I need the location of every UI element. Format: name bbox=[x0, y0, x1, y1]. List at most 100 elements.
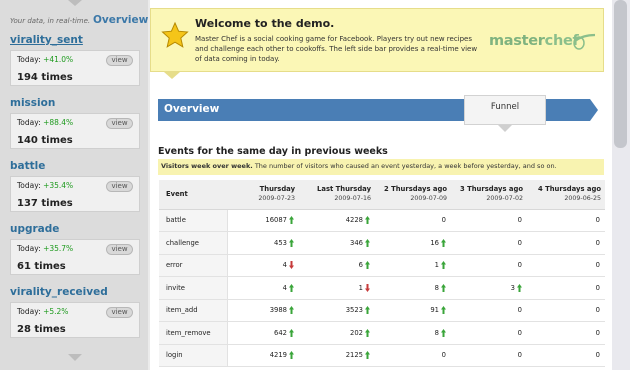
cell-value: 0 bbox=[595, 351, 600, 360]
funnel-label: Funnel bbox=[490, 102, 520, 112]
cell-value: 8 bbox=[434, 328, 439, 337]
masterchef-logo: masterchef bbox=[489, 31, 597, 55]
arrow-right-icon bbox=[590, 99, 598, 121]
cell-value: 4228 bbox=[345, 216, 363, 225]
table-cell: 0 bbox=[527, 231, 605, 255]
column-header-event: Event bbox=[159, 180, 227, 210]
table-cell: 16087 bbox=[227, 209, 299, 232]
table-row: item_add 3988 3523 91 0 0 bbox=[159, 299, 605, 322]
cell-value: 16087 bbox=[265, 216, 287, 225]
metric-name[interactable]: battle bbox=[10, 158, 140, 174]
metric-today: Today: +41.0% bbox=[17, 55, 73, 64]
notice-bar: Visitors week over week. The number of v… bbox=[158, 159, 604, 175]
view-button[interactable]: view bbox=[106, 118, 133, 129]
arrow-down-icon bbox=[289, 261, 294, 270]
metric-today: Today: +35.7% bbox=[17, 244, 73, 253]
caret-down-icon bbox=[164, 72, 180, 79]
column-label: Thursday bbox=[259, 185, 295, 194]
table-cell: 91 bbox=[375, 299, 451, 322]
event-name: invite bbox=[159, 276, 228, 300]
table-cell: 202 bbox=[299, 321, 375, 345]
cell-value: 4 bbox=[282, 283, 287, 292]
logo-text-master: master bbox=[489, 33, 545, 49]
today-label: Today: bbox=[17, 181, 41, 190]
column-date: 2009-06-25 bbox=[564, 195, 601, 203]
table-row: item_remove 642 202 8 0 0 bbox=[159, 321, 605, 345]
metric-count: 61 times bbox=[17, 261, 66, 272]
table-row: challenge 453 346 16 0 0 bbox=[159, 231, 605, 255]
notice-body: The number of visitors who caused an eve… bbox=[252, 162, 557, 170]
cell-value: 0 bbox=[517, 216, 522, 225]
table-cell: 0 bbox=[527, 209, 605, 232]
table-cell: 4228 bbox=[299, 209, 375, 232]
metric-today: Today: +5.2% bbox=[17, 307, 68, 316]
logo-text: masterchef bbox=[489, 33, 579, 49]
cell-value: 0 bbox=[595, 216, 600, 225]
view-button[interactable]: view bbox=[106, 181, 133, 192]
welcome-text: Master Chef is a social cooking game for… bbox=[195, 35, 478, 63]
metric-card: Today: +35.7% 61 times view bbox=[10, 239, 140, 275]
whisk-icon bbox=[573, 33, 596, 50]
sidebar-header: Your data, in real-time. Overview bbox=[0, 14, 148, 30]
overview-label: Overview bbox=[164, 103, 220, 115]
sidebar: Your data, in real-time. Overview virali… bbox=[0, 0, 148, 370]
metric-count: 28 times bbox=[17, 324, 66, 335]
notice-text: Visitors week over week. The number of v… bbox=[161, 162, 557, 170]
cell-value: 0 bbox=[517, 306, 522, 315]
column-header: Last Thursday 2009-07-16 bbox=[299, 180, 375, 210]
arrow-up-icon bbox=[289, 328, 294, 337]
cell-value: 642 bbox=[274, 328, 287, 337]
section-title: Events for the same day in previous week… bbox=[158, 146, 388, 157]
arrow-up-icon bbox=[289, 283, 294, 292]
view-button[interactable]: view bbox=[106, 307, 133, 318]
table-cell: 0 bbox=[527, 254, 605, 277]
cell-value: 202 bbox=[350, 328, 363, 337]
metric-upgrade: upgrade Today: +35.7% 61 times view bbox=[10, 221, 140, 275]
view-button[interactable]: view bbox=[106, 55, 133, 66]
scrollbar-thumb[interactable] bbox=[614, 0, 627, 148]
column-header: 4 Thursdays ago 2009-06-25 bbox=[527, 180, 605, 210]
arrow-up-icon bbox=[289, 351, 294, 360]
cell-value: 0 bbox=[517, 351, 522, 360]
event-name: challenge bbox=[159, 231, 228, 255]
metric-name[interactable]: upgrade bbox=[10, 221, 140, 237]
cell-value: 0 bbox=[595, 306, 600, 315]
table-cell: 1 bbox=[375, 254, 451, 277]
event-name: item_remove bbox=[159, 321, 228, 345]
column-label: 4 Thursdays ago bbox=[537, 185, 601, 194]
table-cell: 0 bbox=[527, 321, 605, 345]
cell-value: 3988 bbox=[269, 306, 287, 315]
table-cell: 0 bbox=[451, 344, 527, 367]
arrow-up-icon bbox=[365, 238, 370, 247]
table-cell: 4 bbox=[227, 254, 299, 277]
table-cell: 0 bbox=[527, 344, 605, 367]
metric-name[interactable]: virality_received bbox=[10, 284, 140, 300]
cell-value: 1 bbox=[358, 283, 363, 292]
metric-name[interactable]: virality_sent bbox=[10, 32, 140, 48]
event-name: battle bbox=[159, 209, 228, 232]
table-cell: 0 bbox=[451, 209, 527, 232]
view-button[interactable]: view bbox=[106, 244, 133, 255]
cell-value: 0 bbox=[595, 283, 600, 292]
table-cell: 3988 bbox=[227, 299, 299, 322]
cell-value: 346 bbox=[350, 238, 363, 247]
table-header-row: Event Thursday 2009-07-23 Last Thursday 20… bbox=[159, 180, 605, 210]
table-cell: 1 bbox=[299, 276, 375, 300]
cell-value: 91 bbox=[430, 306, 439, 315]
table-cell: 4219 bbox=[227, 344, 299, 367]
cell-value: 1 bbox=[434, 261, 439, 270]
funnel-tab[interactable]: Funnel bbox=[464, 95, 546, 125]
table-cell: 16 bbox=[375, 231, 451, 255]
metric-change: +88.4% bbox=[43, 118, 74, 127]
metric-change: +41.0% bbox=[43, 55, 74, 64]
cell-value: 6 bbox=[358, 261, 363, 270]
column-label: 3 Thursdays ago bbox=[459, 185, 523, 194]
arrow-up-icon bbox=[365, 328, 370, 337]
arrow-up-icon bbox=[365, 351, 370, 360]
table-cell: 0 bbox=[527, 276, 605, 300]
metric-change: +35.7% bbox=[43, 244, 74, 253]
metric-name[interactable]: mission bbox=[10, 95, 140, 111]
metric-count: 137 times bbox=[17, 198, 73, 209]
cell-value: 0 bbox=[517, 261, 522, 270]
table-cell: 0 bbox=[451, 231, 527, 255]
